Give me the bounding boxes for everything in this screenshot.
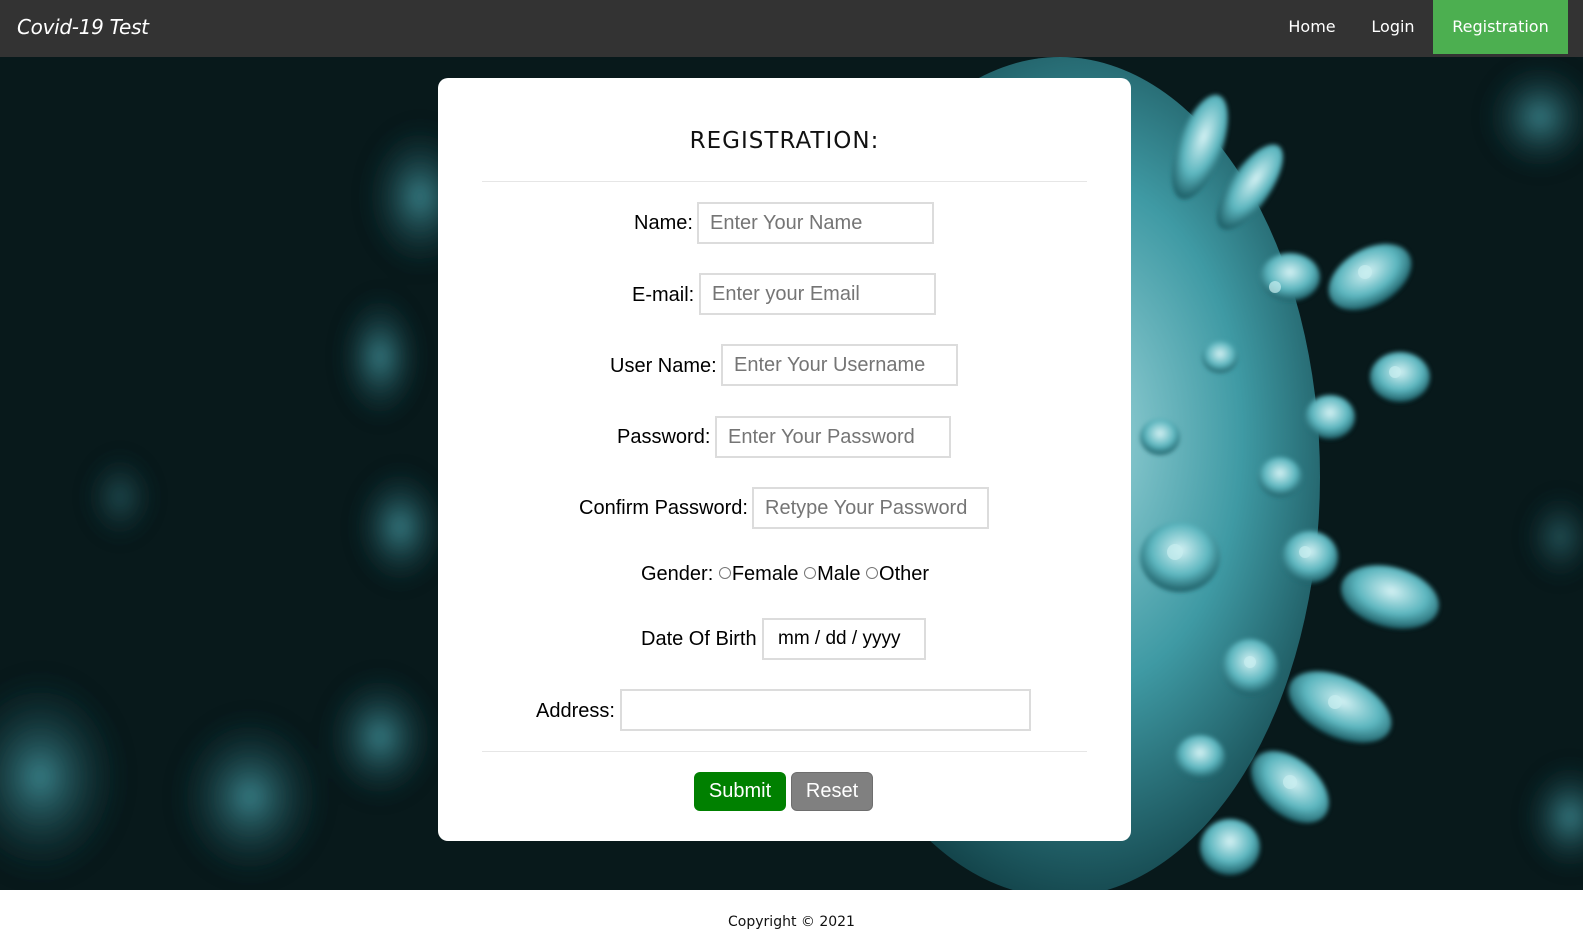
username-label: User Name:	[610, 355, 717, 377]
confirm-password-label: Confirm Password:	[579, 497, 748, 519]
gender-female-radio[interactable]	[718, 566, 731, 579]
username-input[interactable]: Enter Your Username	[721, 344, 958, 386]
address-label: Address:	[536, 700, 615, 722]
address-input[interactable]	[620, 689, 1031, 731]
gender-other-radio[interactable]	[866, 566, 879, 579]
gender-other-label[interactable]: Other	[879, 563, 929, 585]
title-divider	[482, 181, 1087, 182]
nav-login-link[interactable]: Login	[1364, 0, 1422, 54]
brand-title[interactable]: Covid-19 Test	[17, 15, 149, 39]
name-input[interactable]: Enter Your Name	[697, 202, 934, 244]
gender-male-radio[interactable]	[804, 566, 817, 579]
registration-card: REGISTRATION: Name: Enter Your Name E-ma…	[438, 78, 1131, 841]
name-label: Name:	[634, 212, 693, 234]
gender-row: Gender: Female Male Other	[641, 563, 929, 586]
nav-registration-link[interactable]: Registration	[1433, 0, 1568, 54]
confirm-password-input[interactable]: Retype Your Password	[752, 487, 989, 529]
form-title: REGISTRATION:	[689, 128, 880, 154]
dob-label: Date Of Birth	[641, 628, 757, 650]
gender-male-label[interactable]: Male	[817, 563, 860, 585]
email-label: E-mail:	[632, 284, 695, 306]
page-footer: Copyright © 2021	[0, 890, 1583, 952]
password-input[interactable]: Enter Your Password	[715, 416, 951, 458]
gender-label: Gender:	[641, 563, 714, 585]
password-label: Password:	[617, 426, 711, 448]
footer-divider	[482, 751, 1087, 752]
gender-female-label[interactable]: Female	[732, 563, 799, 585]
copyright-text: Copyright © 2021	[728, 914, 855, 930]
nav-home-link[interactable]: Home	[1282, 0, 1342, 54]
email-input[interactable]: Enter your Email	[699, 273, 936, 315]
reset-button[interactable]: Reset	[791, 772, 873, 811]
top-navbar: Covid-19 Test Home Login Registration	[0, 0, 1583, 57]
dob-input[interactable]: mm / dd / yyyy	[762, 618, 926, 660]
submit-button[interactable]: Submit	[694, 772, 786, 811]
